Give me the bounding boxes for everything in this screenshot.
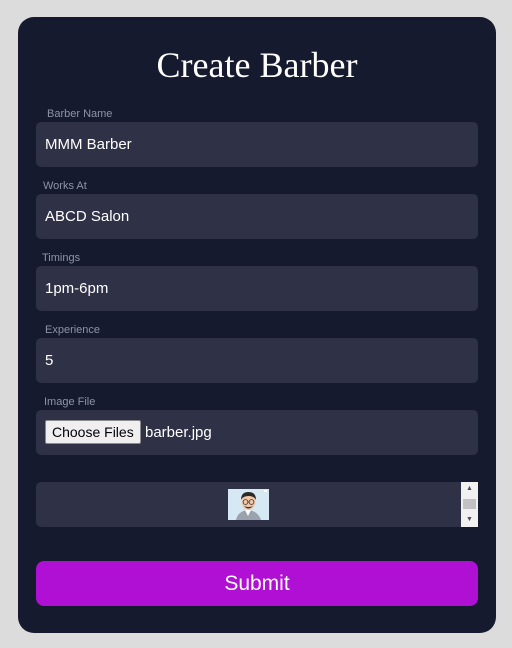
scroll-up-arrow-icon[interactable]: ▲ (461, 482, 478, 496)
image-file-input: Choose Files barber.jpg (36, 410, 478, 455)
works-at-input[interactable]: ABCD Salon (36, 194, 478, 239)
barber-name-value: MMM Barber (45, 136, 132, 153)
experience-input[interactable]: 5 (36, 338, 478, 383)
image-file-label: Image File (44, 396, 96, 408)
choose-files-button[interactable]: Choose Files (45, 420, 141, 444)
timings-input[interactable]: 1pm-6pm (36, 266, 478, 311)
timings-label: Timings (42, 252, 81, 264)
submit-button[interactable]: Submit (36, 561, 478, 606)
scroll-thumb[interactable] (463, 499, 476, 509)
scroll-down-arrow-icon[interactable]: ▼ (461, 513, 478, 527)
selected-file-name: barber.jpg (145, 424, 212, 441)
create-barber-card: Create Barber Barber Name MMM Barber Wor… (18, 17, 496, 633)
preview-scrollbar[interactable]: ▲ ▼ (461, 482, 478, 527)
experience-value: 5 (45, 352, 54, 369)
barber-name-label: Barber Name (47, 108, 113, 120)
timings-value: 1pm-6pm (45, 280, 109, 297)
works-at-value: ABCD Salon (45, 208, 130, 225)
barber-name-input[interactable]: MMM Barber (36, 122, 478, 167)
barber-avatar-image (228, 489, 269, 520)
image-preview-area (36, 482, 478, 527)
barber-avatar-thumbnail (228, 489, 269, 520)
page-title: Create Barber (156, 45, 358, 85)
works-at-label: Works At (43, 180, 87, 192)
experience-label: Experience (45, 324, 101, 336)
